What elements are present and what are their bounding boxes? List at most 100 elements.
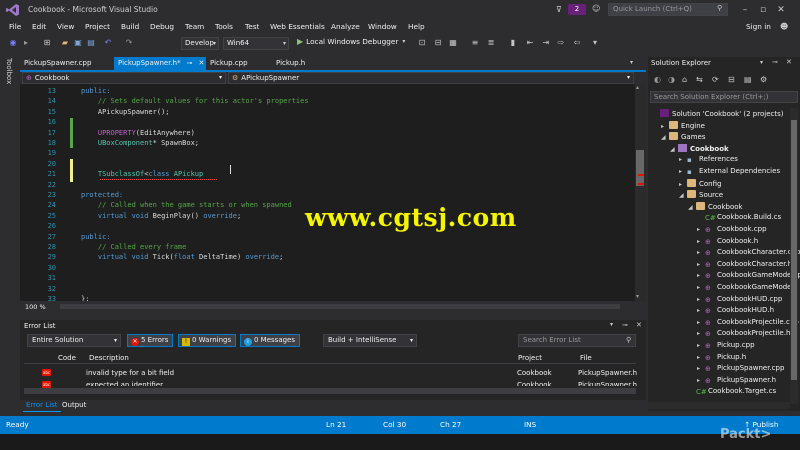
column-code[interactable]: Code [58,354,76,362]
tree-item[interactable]: C#Cookbook.Build.cs [697,213,781,222]
expand-icon[interactable]: ▸ [697,319,705,326]
solution-explorer-scroll-thumb[interactable] [791,120,797,380]
toolbar-overflow-icon[interactable]: ▾ [590,38,600,48]
expand-icon[interactable]: ▸ [697,365,705,372]
tree-item[interactable]: C#Cookbook.Target.cs [688,387,776,396]
tree-item[interactable]: ▸ Engine [661,120,705,130]
close-icon[interactable]: ✕ [774,3,788,17]
properties-icon[interactable]: ⚙ [760,75,767,84]
pin-icon[interactable]: ⊸ [772,58,778,66]
tab-pickup-cpp[interactable]: Pickup.cpp [206,57,272,70]
new-project-icon[interactable]: ⊞ [42,38,52,48]
project-navigation-dropdown[interactable]: ⊕ Cookbook ▾ [22,72,226,84]
expand-icon[interactable]: ◢ [679,192,687,199]
messages-filter-button[interactable]: i0 Messages [240,334,300,347]
expand-icon[interactable]: ▸ [697,377,705,384]
menu-project[interactable]: Project [85,22,110,31]
tree-item[interactable]: ▸ ⊕ CookbookGameMode.h [697,283,798,292]
code-line[interactable]: virtual void Tick(float DeltaTime) overr… [81,253,283,261]
notification-badge[interactable]: 2 [568,4,586,15]
code-line[interactable]: UBoxComponent* SpawnBox; [81,139,199,147]
tree-item[interactable]: ◢ Cookbook [688,201,743,211]
scroll-down-icon[interactable]: ▾ [636,293,639,300]
tree-item[interactable]: ▸ ⊕ CookbookProjectile.cpp [697,318,799,327]
menu-build[interactable]: Build [121,22,139,31]
expand-icon[interactable]: ▸ [697,261,705,268]
tree-item[interactable]: ◢ Source [679,190,723,199]
code-line[interactable]: APickupSpawner(); [81,108,170,116]
menu-help[interactable]: Help [408,22,425,31]
errors-filter-button[interactable]: ✕ 5 Errors [127,334,173,347]
menu-window[interactable]: Window [368,22,397,31]
error-description[interactable]: expected an identifier [86,381,163,386]
save-all-icon[interactable]: ▤ [86,38,96,48]
build-filter-dropdown[interactable]: Build + IntelliSense ▾ [323,334,417,347]
toolbar-icon-7[interactable]: ⇥ [541,38,551,48]
scope-navigation-dropdown[interactable]: ⚙ APickupSpawner ▾ [228,72,634,84]
tree-item[interactable]: ▸ ⊕ CookbookHUD.h [697,306,774,315]
refresh-icon[interactable]: ⟳ [712,75,719,84]
tree-item[interactable]: ▸ ⊕ CookbookHUD.cpp [697,295,782,304]
code-line[interactable]: public: [81,87,111,95]
sync-icon[interactable]: ⇆ [696,75,703,84]
zoom-level[interactable]: 100 % [25,303,46,311]
error-scope-dropdown[interactable]: Entire Solution ▾ [27,334,121,347]
solution-explorer-hscrollbar[interactable] [648,402,790,409]
toolbar-icon-3[interactable]: ▦ [448,38,458,48]
tree-item[interactable]: ▸ ▪ External Dependencies [679,167,780,176]
forward-icon[interactable]: ▸ [21,38,31,48]
menu-file[interactable]: File [9,22,21,31]
error-list-search-input[interactable]: Search Error List [518,334,636,347]
expand-icon[interactable]: ▸ [697,249,705,256]
account-icon[interactable]: ☻ [780,22,788,31]
expand-icon[interactable]: ◢ [661,134,669,141]
tree-item[interactable]: ▸ ⊕ CookbookProjectile.h [697,329,790,338]
configuration-dropdown[interactable]: Develop ▾ [181,37,219,50]
expand-icon[interactable]: ▸ [679,181,687,188]
expand-icon[interactable]: ▸ [697,226,705,233]
undo-icon[interactable]: ↶ [103,38,113,48]
forward-icon[interactable]: ◑ [668,75,675,84]
expand-icon[interactable]: ◢ [688,204,696,211]
tree-item[interactable]: ▸ ⊕ CookbookCharacter.h [697,260,792,269]
code-line[interactable]: UPROPERTY(EditAnywhere) [81,129,195,137]
close-icon[interactable]: ✕ [199,59,205,67]
search-icon[interactable]: ⚲ [717,4,722,12]
pin-icon[interactable]: ⊸ [187,59,193,67]
pin-icon[interactable]: ⊸ [622,321,628,329]
tree-item[interactable]: ▸ ⊕ Pickup.h [697,353,746,362]
solution-explorer-search-input[interactable]: Search Solution Explorer (Ctrl+;) [650,91,798,103]
tree-item[interactable]: ▸ Config [679,178,721,188]
toolbar-icon-9[interactable]: ⇦ [572,38,582,48]
menu-view[interactable]: View [57,22,74,31]
expand-icon[interactable]: ▸ [697,296,705,303]
expand-icon[interactable]: ▸ [697,342,705,349]
search-icon[interactable]: ⚲ [626,336,631,344]
code-line[interactable]: // Called when the game starts or when s… [81,201,292,209]
expand-icon[interactable]: ▸ [697,238,705,245]
code-line[interactable]: public: [81,233,111,241]
redo-icon[interactable]: ↷ [124,38,134,48]
save-icon[interactable]: ▣ [73,38,83,48]
expand-icon[interactable]: ◢ [670,146,678,153]
toolbar-icon-6[interactable]: ⇤ [525,38,535,48]
tree-item[interactable]: ◢ Cookbook [670,143,729,153]
tab-overflow-icon[interactable]: ▾ [630,59,633,66]
tree-item[interactable]: ◢ Games [661,132,706,141]
error-description[interactable]: invalid type for a bit field [86,369,174,377]
feedback-icon[interactable]: ☺ [592,4,600,13]
horizontal-scroll-thumb[interactable] [60,304,620,309]
expand-icon[interactable]: ▸ [697,272,705,279]
open-file-icon[interactable]: ▰ [60,38,70,48]
code-line[interactable]: // Called every frame [81,243,187,251]
dropdown-icon[interactable]: ▾ [760,59,763,66]
tab-pickupspawner-h[interactable]: PickupSpawner.h* ⊸ ✕ [114,57,206,70]
menu-debug[interactable]: Debug [150,22,174,31]
expand-icon[interactable]: ▸ [697,330,705,337]
column-file[interactable]: File [580,354,592,362]
tree-item[interactable]: ▸ ⊕ CookbookCharacter.cpp [697,248,800,257]
expand-icon[interactable]: ▸ [697,354,705,361]
toolbox-tab[interactable]: Toolbox [5,58,13,84]
tree-item[interactable]: ▸ ▪ References [679,155,738,164]
warnings-filter-button[interactable]: ! 0 Warnings [178,334,236,347]
